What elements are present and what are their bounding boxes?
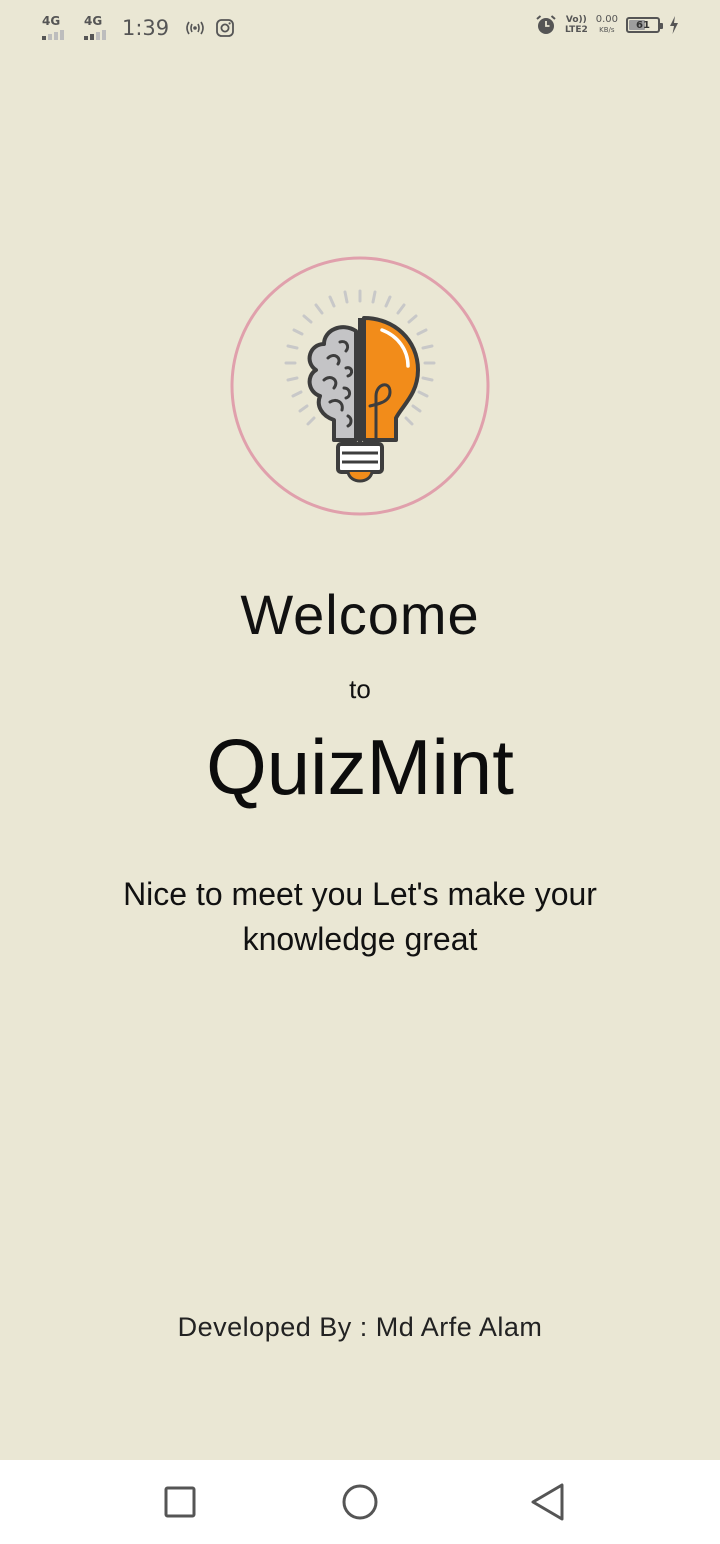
status-bar-right: Vo)) LTE2 0.00 KB/s 61 — [535, 14, 680, 36]
alarm-icon — [535, 14, 557, 36]
lte-label: LTE2 — [564, 25, 588, 35]
volte-label: Vo)) — [565, 15, 587, 25]
welcome-connector: to — [349, 674, 371, 704]
developer-credit: Developed By : Md Arfe Alam — [177, 1312, 543, 1342]
instagram-icon — [215, 18, 235, 38]
navigation-bar — [0, 1460, 720, 1544]
welcome-title: Welcome — [240, 583, 480, 646]
sim2-network-type: 4G — [84, 14, 103, 28]
network-speed: 0.00 KB/s — [596, 15, 618, 35]
triangle-back-icon — [531, 1483, 564, 1521]
hotspot-icon — [183, 18, 207, 38]
battery-level: 61 — [636, 19, 650, 31]
network-speed-unit: KB/s — [599, 26, 615, 34]
volte-icon: Vo)) LTE2 — [565, 15, 588, 35]
charging-icon — [668, 15, 680, 35]
status-bar-left: 4G 4G 1:39 — [42, 14, 235, 42]
welcome-tagline: Nice to meet you Let's make your knowled… — [123, 876, 597, 957]
app-name: QuizMint — [206, 723, 514, 811]
brain-bulb-icon — [230, 256, 490, 516]
recents-button[interactable] — [160, 1482, 200, 1522]
signal-icon: 4G — [84, 14, 118, 42]
sim1-network-type: 4G — [42, 14, 61, 28]
signal-icon: 4G — [42, 14, 76, 42]
status-time: 1:39 — [122, 16, 170, 40]
battery-icon: 61 — [626, 17, 663, 33]
app-logo — [230, 256, 490, 516]
home-button[interactable] — [340, 1482, 380, 1522]
status-bar: 4G 4G 1:39 Vo)) LTE2 0.00 KB/s 61 — [0, 0, 720, 56]
network-speed-value: 0.00 — [595, 14, 618, 25]
back-button[interactable] — [528, 1482, 568, 1522]
circle-icon — [342, 1484, 378, 1520]
square-icon — [164, 1486, 196, 1518]
